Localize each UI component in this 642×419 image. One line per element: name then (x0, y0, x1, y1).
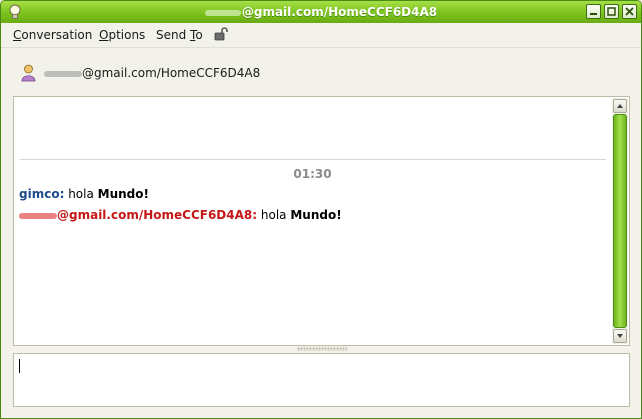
redacted-text (19, 212, 57, 219)
window-title-text: @gmail.com/HomeCCF6D4A8 (241, 5, 438, 19)
message-text-bold: Mundo! (290, 208, 342, 222)
maximize-icon (607, 7, 616, 16)
conversation-window: @gmail.com/HomeCCF6D4A8 Conversation Opt… (0, 0, 642, 419)
maximize-button[interactable] (604, 4, 619, 19)
scroll-up-button[interactable] (613, 99, 627, 113)
redacted-text (204, 9, 241, 16)
minimize-icon (590, 13, 597, 15)
conversation-history[interactable]: 01:30 gimco: hola Mundo! @gmail.com/Home… (13, 96, 630, 346)
message-sender: gimco: (19, 187, 65, 201)
close-icon (625, 7, 634, 16)
buddy-status-icon (21, 64, 36, 82)
minimize-button[interactable] (586, 4, 601, 19)
menu-label: o (195, 28, 203, 42)
menu-label: Send (156, 28, 191, 42)
arrow-up-icon (617, 104, 623, 108)
window-controls (586, 4, 637, 19)
message-line: @gmail.com/HomeCCF6D4A8: hola Mundo! (19, 208, 342, 222)
message-sender-text: @gmail.com/HomeCCF6D4A8: (57, 208, 258, 222)
window-title: @gmail.com/HomeCCF6D4A8 (1, 5, 641, 19)
redacted-text (44, 70, 82, 77)
unlock-icon[interactable] (213, 26, 229, 42)
menu-label: onversation (21, 28, 93, 42)
message-text: hola (68, 187, 98, 201)
menu-send-to[interactable]: Send To (156, 28, 203, 42)
message-text-bold: Mundo! (97, 187, 149, 201)
message-timestamp: 01:30 (293, 167, 332, 181)
menu-conversation[interactable]: Conversation (13, 28, 92, 42)
text-cursor (19, 359, 20, 373)
history-scrollbar[interactable] (612, 98, 628, 344)
message-line: gimco: hola Mundo! (19, 187, 149, 201)
menu-options[interactable]: Options (99, 28, 145, 42)
buddy-name: @gmail.com/HomeCCF6D4A8 (44, 66, 260, 80)
history-divider (20, 159, 606, 160)
pane-resize-handle[interactable] (297, 347, 347, 351)
scroll-down-button[interactable] (613, 329, 627, 343)
menu-bar: Conversation Options Send To (1, 23, 641, 48)
menu-label: ptions (108, 28, 146, 42)
message-input[interactable] (13, 353, 630, 407)
close-button[interactable] (622, 4, 637, 19)
scroll-thumb[interactable] (613, 114, 627, 328)
message-sender: @gmail.com/HomeCCF6D4A8: (19, 208, 257, 222)
arrow-down-icon (617, 334, 623, 338)
buddy-name-text: @gmail.com/HomeCCF6D4A8 (82, 66, 261, 80)
message-text: hola (260, 208, 291, 222)
buddy-header: @gmail.com/HomeCCF6D4A8 (1, 48, 641, 96)
title-bar[interactable]: @gmail.com/HomeCCF6D4A8 (1, 1, 641, 23)
